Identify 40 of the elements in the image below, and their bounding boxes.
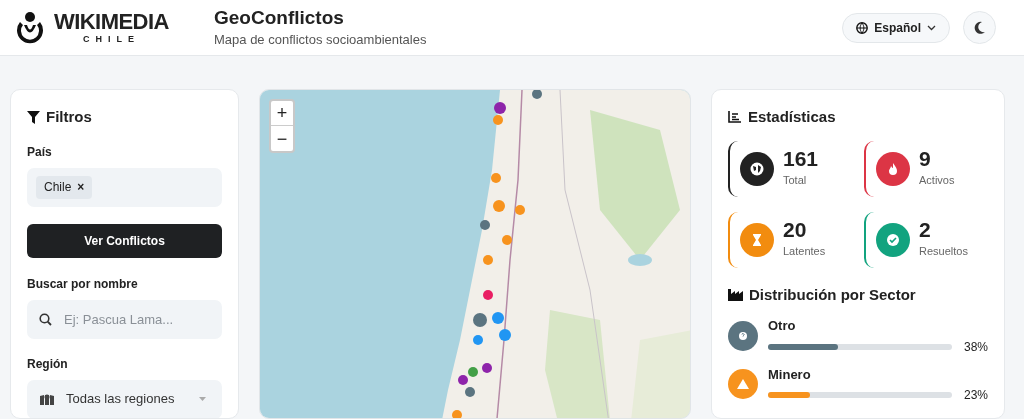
fire-icon xyxy=(876,151,910,186)
field-label: Buscar por nombre xyxy=(27,275,139,293)
stat-value: 20 xyxy=(783,219,808,241)
chevron-down-icon xyxy=(927,24,936,31)
dark-mode-button[interactable] xyxy=(963,11,996,44)
stat-value: 9 xyxy=(919,148,932,170)
app-subtitle: Mapa de conflictos socioambientales xyxy=(214,30,427,49)
section-title: Distribución por Sector xyxy=(749,284,916,305)
country-tag: Chile × xyxy=(36,175,93,199)
factory-icon xyxy=(728,288,743,301)
zoom-out-button[interactable]: − xyxy=(271,126,293,151)
stat-value: 2 xyxy=(919,219,932,241)
percent-text: 23% xyxy=(962,387,988,404)
stat-label: Activos xyxy=(919,173,955,189)
logo-subtext: CHILE xyxy=(82,35,140,44)
stat-label: Latentes xyxy=(783,244,826,260)
moon-icon xyxy=(973,21,986,34)
hourglass-icon xyxy=(740,222,774,257)
stat-value: 161 xyxy=(783,148,819,170)
percent-text: 38% xyxy=(962,338,988,356)
stat-label: Resueltos xyxy=(919,244,968,260)
panel-title: Estadísticas xyxy=(748,107,836,127)
zoom-in-button[interactable]: + xyxy=(271,101,293,126)
bar-chart-icon xyxy=(728,111,741,124)
caret-icon xyxy=(199,397,206,401)
sector-label: Minero xyxy=(768,365,812,384)
search-field[interactable]: Ej: Pascua Lama... xyxy=(27,299,222,339)
view-conflicts-button[interactable]: Ver Conflictos xyxy=(27,223,222,258)
sector-label: Otro xyxy=(768,317,797,335)
field-label: País xyxy=(27,143,53,161)
country-select[interactable]: Chile × xyxy=(27,167,222,207)
filter-icon xyxy=(27,110,40,124)
stat-label: Total xyxy=(783,173,808,189)
field-label: Región xyxy=(27,355,69,373)
language-dropdown[interactable]: Español xyxy=(842,12,950,43)
logo-text: WIKIMEDIA xyxy=(54,11,169,33)
panel-title: Filtros xyxy=(46,107,92,127)
app-title: GeoConflictos xyxy=(214,5,345,30)
region-dropdown[interactable]: Todas las regiones xyxy=(27,379,222,418)
search-icon xyxy=(39,312,52,326)
